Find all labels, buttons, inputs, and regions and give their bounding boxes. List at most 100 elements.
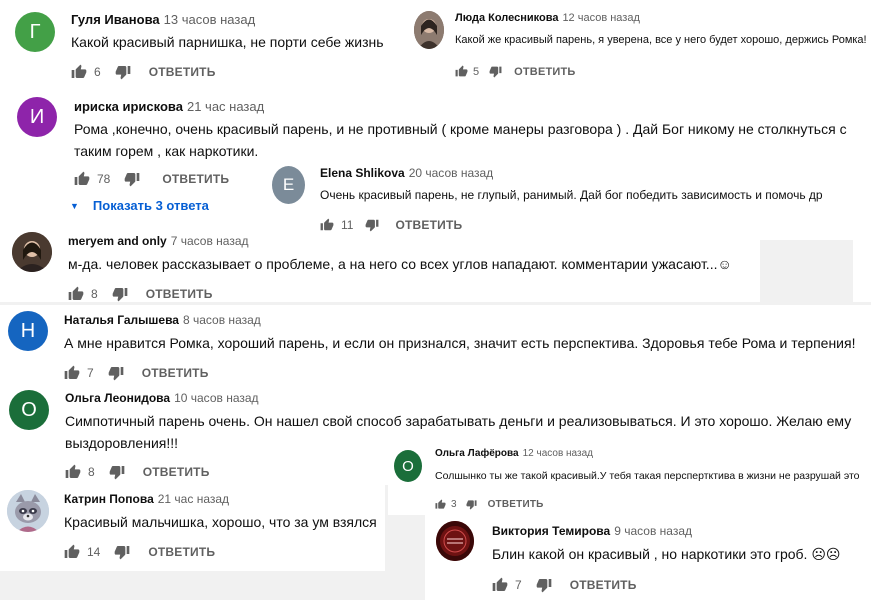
comment-time[interactable]: 9 часов назад [614,524,692,538]
avatar[interactable]: О [394,450,422,482]
comment-actions: 11 ОТВЕТИТЬ [320,218,462,232]
comment-actions: 78 ОТВЕТИТЬ [74,171,229,187]
thumb-down-icon[interactable] [466,499,477,510]
comment-text: м-да. человек рассказывает о проблеме, а… [68,256,732,272]
comment-text: Какой же красивый парень, я уверена, все… [455,34,867,46]
comment-author[interactable]: Гуля Иванова 13 часов назад [71,12,255,27]
comment-author[interactable]: Ольга Леонидова 10 часов назад [65,391,259,405]
like-count: 11 [341,218,354,232]
comment-actions: 14 ОТВЕТИТЬ [64,544,215,560]
comment-author[interactable]: Виктория Темирова 9 часов назад [492,524,692,538]
avatar[interactable] [436,521,474,561]
comment-text: Блин какой он красивый , но наркотики эт… [492,546,841,562]
author-name[interactable]: Гуля Иванова [71,12,160,27]
author-name[interactable]: ириска ирискова [74,99,183,114]
thumb-down-icon[interactable] [112,286,128,302]
comment-author[interactable]: meryem and only 7 часов назад [68,234,249,248]
photo-icon [12,232,52,272]
thumb-down-icon[interactable] [115,64,131,80]
reply-button[interactable]: ОТВЕТИТЬ [149,65,216,79]
thumb-up-icon[interactable] [71,64,87,80]
thumb-down-icon[interactable] [114,544,130,560]
comment-time[interactable]: 10 часов назад [174,391,258,405]
comment-text: Очень красивый парень, не глупый, ранимы… [320,188,823,202]
thumb-up-icon[interactable] [455,65,468,78]
thumb-down-icon[interactable] [536,577,552,593]
reply-button[interactable]: ОТВЕТИТЬ [142,366,209,380]
avatar[interactable] [414,11,444,49]
thumb-down-icon[interactable] [489,65,502,78]
reply-button[interactable]: ОТВЕТИТЬ [146,287,213,301]
comment-author[interactable]: ириска ирискова 21 час назад [74,99,264,114]
avatar[interactable]: Н [8,311,48,351]
thumb-up-icon[interactable] [64,544,80,560]
like-count: 6 [94,65,101,79]
avatar[interactable] [12,232,52,272]
comment-actions: 8 ОТВЕТИТЬ [68,286,213,302]
author-name[interactable]: Виктория Темирова [492,524,610,538]
avatar[interactable] [7,490,49,532]
like-count: 7 [515,578,522,592]
like-count: 14 [87,545,101,559]
thumb-down-icon[interactable] [124,171,140,187]
comment-author[interactable]: Наталья Галышева 8 часов назад [64,313,261,327]
avatar[interactable]: Г [15,12,55,52]
like-count: 8 [88,465,95,479]
comment-time[interactable]: 12 часов назад [523,448,593,459]
comment-time[interactable]: 21 час назад [187,99,264,114]
thumb-up-icon[interactable] [435,499,446,510]
avatar[interactable]: О [9,390,49,430]
comment-text: А мне нравится Ромка, хороший парень, и … [64,335,856,351]
comment-text: Красивый мальчишка, хорошо, что за ум вз… [64,514,377,530]
thumb-down-icon[interactable] [365,218,379,232]
like-count: 7 [87,366,94,380]
thumb-down-icon[interactable] [108,365,124,381]
caret-down-icon: ▼ [70,200,79,211]
thumb-up-icon[interactable] [492,577,508,593]
comment-actions: 5 ОТВЕТИТЬ [455,65,576,78]
avatar[interactable]: И [17,97,57,137]
author-name[interactable]: Наталья Галышева [64,313,179,327]
comment-author[interactable]: Ольга Лафёрова 12 часов назад [435,448,593,459]
avatar[interactable]: E [272,166,305,204]
comment-actions: 8 ОТВЕТИТЬ [65,464,210,480]
comment-actions: 6 ОТВЕТИТЬ [71,64,216,80]
comment-author[interactable]: Катрин Попова 21 час назад [64,492,229,506]
comment-author[interactable]: Elena Shlikova 20 часов назад [320,166,493,180]
reply-button[interactable]: ОТВЕТИТЬ [514,66,575,78]
reply-button[interactable]: ОТВЕТИТЬ [162,172,229,186]
show-replies-button[interactable]: ▼ Показать 3 ответа [70,198,209,213]
show-replies-label[interactable]: Показать 3 ответа [93,198,209,213]
comment-author[interactable]: Люда Колесникова 12 часов назад [455,12,640,24]
author-name[interactable]: Ольга Леонидова [65,391,170,405]
reply-button[interactable]: ОТВЕТИТЬ [570,578,637,592]
comment-text: Рома ,конечно, очень красивый парень, и … [74,121,847,159]
thumb-up-icon[interactable] [64,365,80,381]
thumb-up-icon[interactable] [320,218,334,232]
comment-time[interactable]: 12 часов назад [562,12,639,24]
thumb-up-icon[interactable] [68,286,84,302]
thumb-up-icon[interactable] [74,171,90,187]
comment-time[interactable]: 13 часов назад [164,12,256,27]
author-name[interactable]: Катрин Попова [64,492,154,506]
author-name[interactable]: Elena Shlikova [320,166,405,180]
comment-time[interactable]: 7 часов назад [171,234,249,248]
author-name[interactable]: meryem and only [68,234,167,248]
comment-actions: 7 ОТВЕТИТЬ [492,577,637,593]
thumb-up-icon[interactable] [65,464,81,480]
comment-text: Солшынко ты же такой красивый.У тебя так… [435,470,860,482]
reply-button[interactable]: ОТВЕТИТЬ [148,545,215,559]
author-name[interactable]: Ольга Лафёрова [435,448,519,459]
reply-button[interactable]: ОТВЕТИТЬ [395,218,462,232]
comment-time[interactable]: 8 часов назад [183,313,261,327]
comment-actions: 3 ОТВЕТИТЬ [435,499,544,510]
comment-time[interactable]: 21 час назад [158,492,229,506]
photo-icon [414,11,444,49]
comment-text: Какой красивый парнишка, не порти себе ж… [71,34,384,50]
reply-button[interactable]: ОТВЕТИТЬ [143,465,210,479]
author-name[interactable]: Люда Колесникова [455,12,558,24]
comment-time[interactable]: 20 часов назад [409,166,493,180]
like-count: 8 [91,287,98,301]
reply-button[interactable]: ОТВЕТИТЬ [488,499,544,510]
thumb-down-icon[interactable] [109,464,125,480]
